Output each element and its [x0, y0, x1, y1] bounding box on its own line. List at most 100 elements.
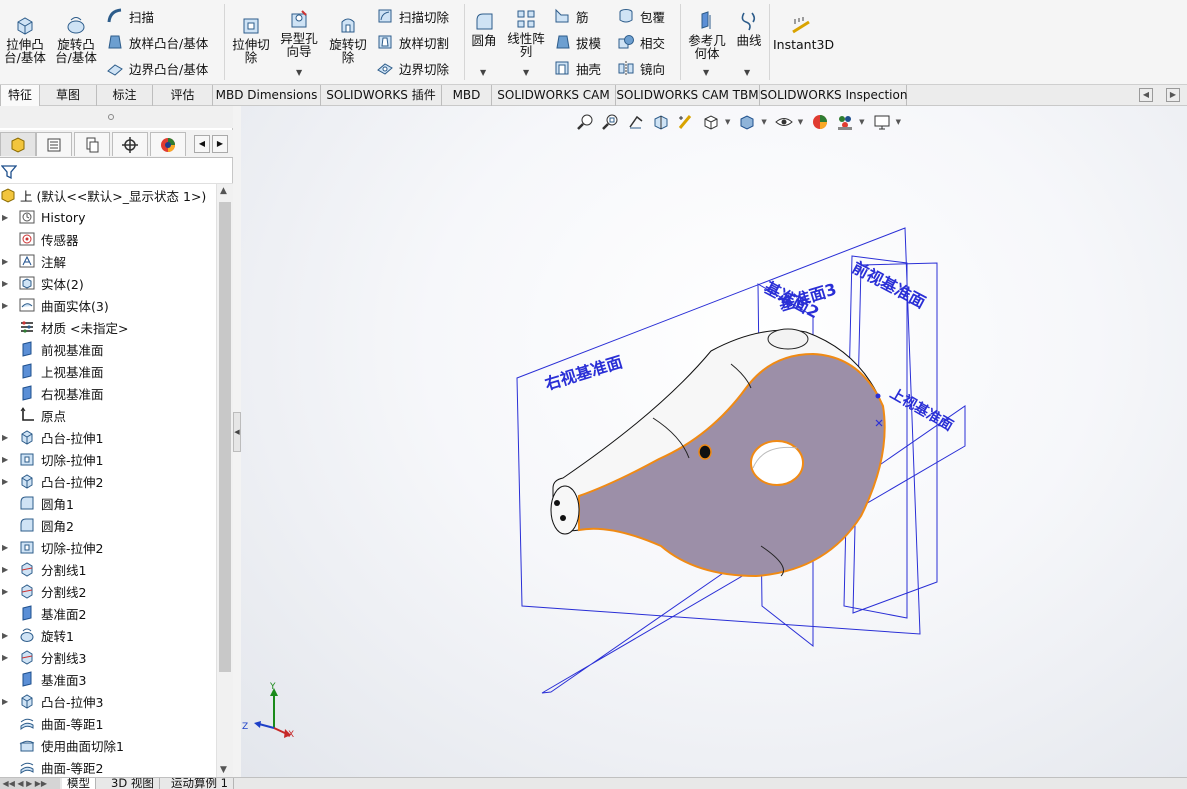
tab-sketch[interactable]: 草图 [40, 85, 97, 106]
fillet-dropdown-icon[interactable]: ▼ [480, 68, 486, 77]
expand-arrow-icon[interactable]: ▶ [2, 565, 9, 574]
fillet-button[interactable]: 圆角 [469, 10, 499, 47]
tree-item-front-plane[interactable]: 前视基准面 [0, 338, 216, 360]
expand-arrow-icon[interactable]: ▶ [2, 697, 9, 706]
tree-item-boss-extrude1[interactable]: ▶ 凸台-拉伸1 [0, 426, 216, 448]
expand-arrow-icon[interactable]: ▶ [2, 213, 9, 222]
tree-item-split-line2[interactable]: ▶ 分割线2 [0, 580, 216, 602]
pane-collapse-icon[interactable]: ◀ [233, 412, 241, 452]
tab-motion-study[interactable]: 运动算例 1 [166, 778, 234, 789]
scroll-down-icon[interactable]: ▼ [220, 765, 227, 775]
tree-item-plane2[interactable]: 基准面2 [0, 602, 216, 624]
scrollbar-thumb[interactable] [219, 202, 231, 672]
configuration-manager-tab[interactable] [74, 132, 110, 156]
tree-item-fillet2[interactable]: 圆角2 [0, 514, 216, 536]
tab-3d-view[interactable]: 3D 视图 [106, 778, 160, 789]
manager-tabs-left-icon[interactable]: ◀ [194, 135, 210, 153]
hole-wizard-dropdown-icon[interactable]: ▼ [296, 68, 302, 77]
expand-arrow-icon[interactable]: ▶ [2, 455, 9, 464]
tree-item-right-plane[interactable]: 右视基准面 [0, 382, 216, 404]
display-manager-tab[interactable] [150, 132, 186, 156]
tree-item-history[interactable]: ▶ History [0, 206, 216, 228]
scroll-up-icon[interactable]: ▲ [220, 186, 227, 196]
extrude-cut-button[interactable]: 拉伸切 除 [229, 14, 273, 64]
expand-arrow-icon[interactable]: ▶ [2, 631, 9, 640]
curves-button[interactable]: 曲线 [733, 10, 765, 47]
tree-item-split-line1[interactable]: ▶ 分割线1 [0, 558, 216, 580]
hole-wizard-button[interactable]: 异型孔 向导 [277, 8, 321, 58]
tree-item-solid-bodies[interactable]: ▶ 实体(2) [0, 272, 216, 294]
dimxpert-manager-tab[interactable] [112, 132, 148, 156]
shell-button[interactable]: 抽壳 [553, 57, 601, 79]
reference-geometry-dropdown-icon[interactable]: ▼ [703, 68, 709, 77]
tab-mbd-dimensions[interactable]: MBD Dimensions [213, 85, 321, 106]
linear-pattern-button[interactable]: 线性阵 列 [505, 8, 547, 58]
small-hole[interactable] [698, 444, 712, 460]
expand-arrow-icon[interactable]: ▶ [2, 433, 9, 442]
mirror-button[interactable]: 镜向 [617, 57, 665, 79]
tree-item-plane3[interactable]: 基准面3 [0, 668, 216, 690]
tree-item-top-plane[interactable]: 上视基准面 [0, 360, 216, 382]
loft-boss-button[interactable]: 放样凸台/基体 [106, 31, 208, 53]
tree-filter-bar[interactable] [0, 160, 233, 184]
expand-arrow-icon[interactable]: ▶ [2, 257, 9, 266]
tree-item-boss-extrude3[interactable]: ▶ 凸台-拉伸3 [0, 690, 216, 712]
tree-item-offset-surface1[interactable]: 曲面-等距1 [0, 712, 216, 734]
expand-arrow-icon[interactable]: ▶ [2, 587, 9, 596]
sweep-button[interactable]: 扫描 [106, 5, 154, 27]
tab-evaluate[interactable]: 评估 [153, 85, 213, 106]
tab-scroll-right-icon[interactable]: ▶ [1166, 88, 1180, 102]
tree-item-annotations[interactable]: ▶ 注解 [0, 250, 216, 272]
tree-item-boss-extrude2[interactable]: ▶ 凸台-拉伸2 [0, 470, 216, 492]
expand-arrow-icon[interactable]: ▶ [2, 301, 9, 310]
tree-item-origin[interactable]: 原点 [0, 404, 216, 426]
tree-item-cut-extrude1[interactable]: ▶ 切除-拉伸1 [0, 448, 216, 470]
tab-scroll-left-icon[interactable]: ◀ [1139, 88, 1153, 102]
tree-item-surface-cut1[interactable]: 使用曲面切除1 [0, 734, 216, 756]
expand-arrow-icon[interactable]: ▶ [2, 543, 9, 552]
tree-item-sensors[interactable]: 传感器 [0, 228, 216, 250]
filter-funnel-icon[interactable] [1, 164, 17, 180]
intersect-button[interactable]: 相交 [617, 31, 665, 53]
extrude-boss-button[interactable]: 拉伸凸 台/基体 [2, 14, 48, 64]
graphics-area[interactable]: ▼ ▼ ▼ ▼ ▼ 右视基准面 前视基准面 基准面3 基准面2 上视基准面 Y … [241, 106, 1187, 777]
revolve-cut-button[interactable]: 旋转切 除 [326, 14, 370, 64]
tree-item-fillet1[interactable]: 圆角1 [0, 492, 216, 514]
tab-solidworks-addins[interactable]: SOLIDWORKS 插件 [321, 85, 442, 106]
rib-button[interactable]: 筋 [553, 5, 589, 27]
tab-mbd[interactable]: MBD [442, 85, 492, 106]
bottom-tab-scroll-icon[interactable]: ◀◀ ◀ ▶ ▶▶ [0, 778, 60, 789]
tree-item-revolve1[interactable]: ▶ 旋转1 [0, 624, 216, 646]
reference-geometry-button[interactable]: 参考几 何体 [685, 10, 729, 60]
curves-dropdown-icon[interactable]: ▼ [744, 68, 750, 77]
expand-arrow-icon[interactable]: ▶ [2, 477, 9, 486]
feature-manager-tab[interactable] [0, 132, 36, 156]
instant3d-button[interactable]: Instant3D [773, 14, 834, 51]
tree-item-surface-bodies[interactable]: ▶ 曲面实体(3) [0, 294, 216, 316]
tab-model[interactable]: 模型 [62, 778, 96, 789]
draft-button[interactable]: 拔模 [553, 31, 601, 53]
manager-tabs-right-icon[interactable]: ▶ [212, 135, 228, 153]
tab-solidworks-cam[interactable]: SOLIDWORKS CAM [492, 85, 616, 106]
boundary-cut-button[interactable]: 边界切除 [376, 57, 449, 79]
tree-item-offset-surface2[interactable]: 曲面-等距2 [0, 756, 216, 777]
expand-arrow-icon[interactable]: ▶ [2, 653, 9, 662]
boundary-boss-button[interactable]: 边界凸台/基体 [106, 57, 208, 79]
tab-annotation[interactable]: 标注 [97, 85, 153, 106]
tab-features[interactable]: 特征 [0, 85, 40, 106]
tab-solidworks-inspection[interactable]: SOLIDWORKS Inspection [760, 85, 907, 106]
pane-grip[interactable] [0, 106, 233, 128]
wrap-button[interactable]: 包覆 [617, 5, 665, 27]
property-manager-tab[interactable] [36, 132, 72, 156]
tree-item-material[interactable]: 材质 <未指定> [0, 316, 216, 338]
lofted-cut-button[interactable]: 放样切割 [376, 31, 449, 53]
expand-arrow-icon[interactable]: ▶ [2, 279, 9, 288]
tree-item-cut-extrude2[interactable]: ▶ 切除-拉伸2 [0, 536, 216, 558]
linear-pattern-dropdown-icon[interactable]: ▼ [523, 68, 529, 77]
revolve-boss-button[interactable]: 旋转凸 台/基体 [53, 14, 99, 64]
tree-item-split-line3[interactable]: ▶ 分割线3 [0, 646, 216, 668]
swept-cut-button[interactable]: 扫描切除 [376, 5, 449, 27]
tree-root-part[interactable]: 上 (默认<<默认>_显示状态 1>) [0, 184, 216, 206]
tab-solidworks-cam-tbm[interactable]: SOLIDWORKS CAM TBM [616, 85, 760, 106]
tree-scrollbar[interactable]: ▲ ▼ [216, 184, 233, 777]
